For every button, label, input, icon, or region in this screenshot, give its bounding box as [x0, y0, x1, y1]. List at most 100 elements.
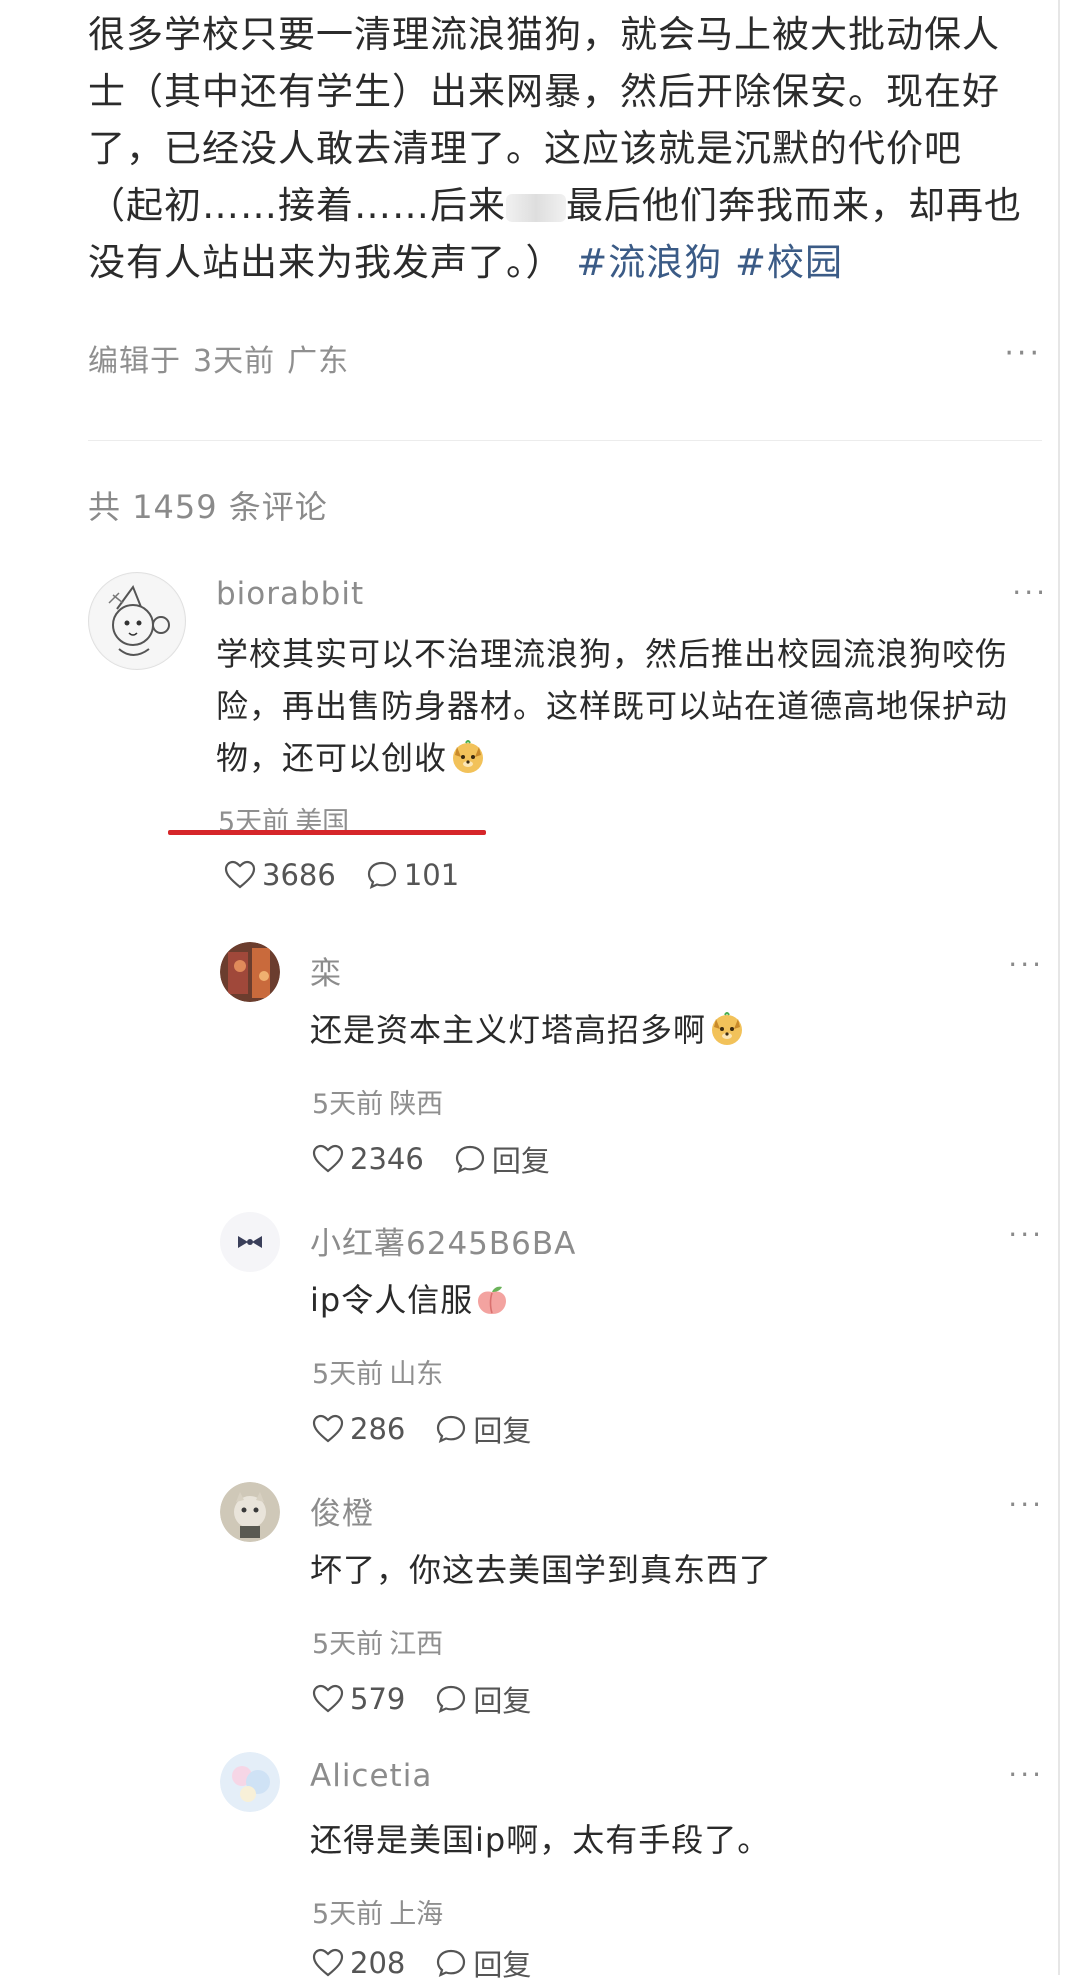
edited-label: 编辑于 — [88, 344, 181, 379]
post-more-icon[interactable]: ··· — [1004, 336, 1042, 371]
post-line: 没有人站出来为我发声了。） #流浪狗 #校园 — [88, 234, 1048, 291]
more-icon[interactable]: ··· — [1008, 1758, 1044, 1791]
speech-bubble-icon — [437, 1949, 466, 1978]
like-count: 286 — [350, 1412, 406, 1446]
bow-avatar-icon — [220, 1212, 280, 1272]
post-line: 了，已经没人敢去清理了。这应该就是沉默的代价吧 — [88, 127, 962, 170]
post-body: 很多学校只要一清理流浪猫狗，就会马上被大批动保人 士（其中还有学生）出来网暴，然… — [88, 6, 1048, 291]
dog-emoji-icon — [712, 1012, 743, 1045]
speech-bubble-icon — [437, 1415, 466, 1444]
reply-text: 坏了，你这去美国学到真东西了 — [310, 1551, 773, 1589]
reply-location: 上海 — [389, 1899, 444, 1930]
like-count: 579 — [350, 1682, 406, 1716]
reply-time: 5天前 — [312, 1089, 384, 1120]
reply-button[interactable]: 回复 — [435, 1408, 531, 1450]
post-meta: 编辑于 3天前 广东 — [88, 336, 361, 380]
reply-meta: 5天前 上海 — [312, 1892, 449, 1931]
reply-count: 101 — [403, 858, 460, 892]
heart-outline-icon — [312, 1948, 344, 1977]
more-icon[interactable]: ··· — [1008, 1488, 1044, 1521]
heart-outline-icon — [312, 1144, 344, 1173]
reply-text: 还是资本主义灯塔高招多啊 — [310, 1004, 1030, 1056]
reply-actions: 2346 回复 — [312, 1138, 580, 1180]
highlight-underline — [168, 830, 486, 835]
avatar[interactable] — [220, 1482, 280, 1542]
reply-label: 回复 — [473, 1684, 532, 1718]
comment-text: 学校其实可以不治理流浪狗，然后推出校园流浪狗咬伤险，再出售防身器材。这样既可以站… — [216, 628, 1046, 784]
reply-meta: 5天前 江西 — [312, 1622, 449, 1661]
reply-label: 回复 — [473, 1948, 532, 1982]
comment-text-body: 学校其实可以不治理流浪狗，然后推出校园流浪狗咬伤险，再出售防身器材。这样既可以站… — [216, 635, 1009, 777]
avatar[interactable] — [220, 1752, 280, 1812]
reply-location: 江西 — [389, 1629, 444, 1660]
speech-bubble-icon — [437, 1685, 466, 1714]
redacted-blur — [506, 193, 566, 222]
reply-label: 回复 — [473, 1414, 532, 1448]
like-button[interactable]: 2346 — [312, 1142, 424, 1176]
divider — [88, 440, 1042, 441]
reply-username[interactable]: 栾 — [310, 948, 342, 993]
avatar[interactable] — [220, 1212, 280, 1272]
post-detail-page: 很多学校只要一清理流浪猫狗，就会马上被大批动保人 士（其中还有学生）出来网暴，然… — [0, 0, 1074, 1982]
comment-actions: 3686 101 — [224, 858, 489, 892]
reply-actions: 286 回复 — [312, 1408, 561, 1450]
reply-location: 山东 — [389, 1359, 444, 1390]
post-line: （起初……接着……后来 最后他们奔我而来，却再也 — [88, 177, 1048, 234]
reply-text-body: ip令人信服 — [310, 1281, 474, 1319]
reply-button[interactable]: 101 — [366, 858, 459, 892]
reply-meta: 5天前 陕西 — [312, 1082, 449, 1121]
cat-photo-avatar-icon — [220, 1482, 280, 1542]
comment-count-prefix: 共 — [88, 488, 122, 526]
avatar-sketch-icon — [90, 574, 184, 668]
reply-comment: 俊橙 ··· 坏了，你这去美国学到真东西了 5天前 江西 579 回复 — [220, 1482, 1060, 1718]
avatar[interactable] — [220, 942, 280, 1002]
comment-count-suffix: 条评论 — [228, 488, 328, 526]
reply-label: 回复 — [491, 1144, 550, 1178]
reply-button[interactable]: 回复 — [454, 1138, 550, 1180]
reply-comment: 栾 ··· 还是资本主义灯塔高招多啊 5天前 陕西 2346 回复 — [220, 942, 1060, 1178]
avatar-photo-icon — [220, 942, 280, 1002]
post-line: 很多学校只要一清理流浪猫狗，就会马上被大批动保人 — [88, 13, 1000, 56]
reply-actions: 579 回复 — [312, 1678, 561, 1720]
reply-button[interactable]: 回复 — [435, 1942, 531, 1984]
avatar[interactable] — [88, 572, 186, 670]
more-icon[interactable]: ··· — [1012, 576, 1048, 609]
reply-text: 还得是美国ip啊，太有手段了。 — [310, 1821, 771, 1859]
reply-time: 5天前 — [312, 1359, 384, 1390]
reply-username[interactable]: 小红薯6245B6BA — [310, 1218, 576, 1263]
post-line: 士（其中还有学生）出来网暴，然后开除保安。现在好 — [88, 70, 1000, 113]
reply-username[interactable]: Alicetia — [310, 1758, 432, 1794]
reply-button[interactable]: 回复 — [435, 1678, 531, 1720]
reply-text-body: 还是资本主义灯塔高招多啊 — [310, 1011, 707, 1049]
more-icon[interactable]: ··· — [1008, 948, 1044, 981]
post-time: 3天前 — [193, 344, 276, 379]
hashtag-link[interactable]: #流浪狗 — [576, 241, 722, 284]
comment: biorabbit ··· 学校其实可以不治理流浪狗，然后推出校园流浪狗咬伤险，… — [88, 572, 1048, 902]
post-line-part: （起初……接着……后来 — [88, 184, 506, 227]
like-count: 2346 — [350, 1142, 424, 1176]
heart-outline-icon — [312, 1414, 344, 1443]
reply-time: 5天前 — [312, 1899, 384, 1930]
comment-username[interactable]: biorabbit — [216, 576, 364, 612]
like-count: 3686 — [262, 858, 336, 892]
reply-meta: 5天前 山东 — [312, 1352, 449, 1391]
post-location: 广东 — [287, 344, 350, 379]
reply-actions: 208 回复 — [312, 1942, 561, 1984]
like-button[interactable]: 286 — [312, 1412, 405, 1446]
reply-username[interactable]: 俊橙 — [310, 1488, 374, 1533]
comment-count: 共 1459 条评论 — [88, 482, 328, 528]
reply-comment: 小红薯6245B6BA ··· ip令人信服 5天前 山东 286 回复 — [220, 1212, 1060, 1448]
reply-location: 陕西 — [389, 1089, 444, 1120]
like-button[interactable]: 579 — [312, 1682, 405, 1716]
speech-bubble-icon — [367, 861, 396, 890]
comment-count-number: 1459 — [132, 488, 218, 526]
heart-outline-icon — [224, 860, 256, 889]
more-icon[interactable]: ··· — [1008, 1218, 1044, 1251]
dog-emoji-icon — [453, 740, 484, 773]
reply-comment: Alicetia ··· 还得是美国ip啊，太有手段了。 5天前 上海 208 回… — [220, 1752, 1060, 1982]
hashtag-link[interactable]: #校园 — [735, 241, 843, 284]
like-button[interactable]: 3686 — [224, 858, 336, 892]
reply-text: ip令人信服 — [310, 1274, 1030, 1326]
heart-outline-icon — [312, 1684, 344, 1713]
pastel-avatar-icon — [220, 1752, 280, 1812]
